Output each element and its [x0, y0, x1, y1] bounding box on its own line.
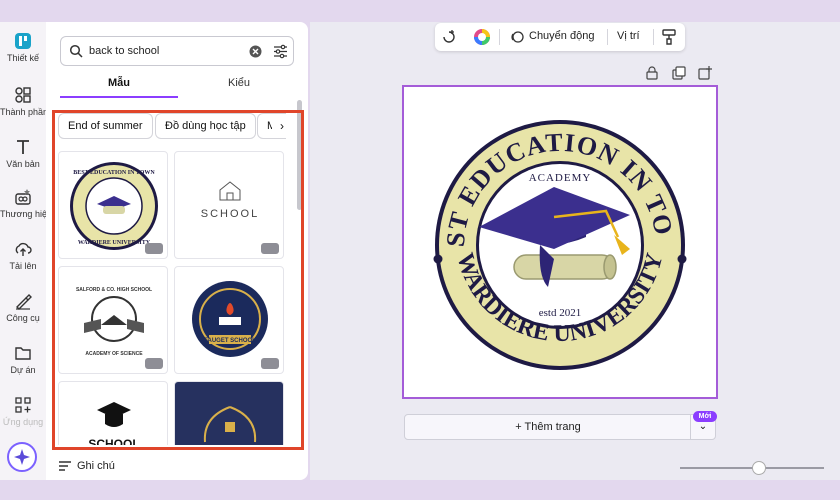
design-icon: [15, 33, 31, 49]
clear-icon[interactable]: [249, 45, 262, 58]
results-highlight-box: [52, 110, 304, 450]
elements-icon: [15, 87, 31, 103]
lock-icon[interactable]: [646, 66, 658, 80]
sidebar-item-label: Ứng dụng: [2, 417, 44, 427]
logo-established-text: estd 2021: [539, 307, 581, 319]
toolbar-divider: [653, 29, 654, 45]
sidebar-item-tools[interactable]: Công cụ: [0, 292, 46, 323]
add-page-button[interactable]: + Thêm trang: [404, 414, 692, 440]
magic-studio-button[interactable]: [7, 442, 37, 472]
university-logo[interactable]: BEST EDUCATION IN TOWN WARDIERE UNIVERSI…: [391, 64, 716, 397]
sparkle-icon: [14, 449, 30, 465]
sidebar-item-elements[interactable]: Thành phần: [0, 86, 49, 117]
sidebar-item-label: Thiết kế: [6, 53, 39, 63]
chevron-down-icon: ⌄: [698, 421, 708, 432]
sidebar-item-text[interactable]: Văn bản: [0, 138, 46, 169]
sidebar-item-design[interactable]: Thiết kế: [0, 32, 46, 63]
toolbar-divider: [499, 29, 500, 45]
text-icon: [17, 140, 29, 154]
tools-icon: [16, 294, 32, 310]
sidebar-item-label: Thương hiệu: [0, 209, 52, 219]
search-input[interactable]: back to school: [60, 36, 294, 66]
folder-icon: [15, 347, 31, 360]
sidebar-item-label: Thành phần: [0, 107, 49, 117]
design-page[interactable]: BEST EDUCATION IN TOWN WARDIERE UNIVERSI…: [391, 64, 718, 399]
upload-icon: [15, 242, 32, 256]
sidebar-item-label: Công cụ: [6, 313, 40, 323]
toolbar-divider: [607, 29, 608, 45]
position-button[interactable]: Vị trí: [617, 30, 640, 42]
tab-templates[interactable]: Mẫu: [108, 77, 130, 89]
brand-icon: [15, 189, 31, 205]
logo-academy-text: ACADEMY: [529, 172, 592, 184]
active-tab-indicator: [60, 96, 178, 98]
page-tools: [646, 66, 712, 82]
sidebar-item-apps[interactable]: Ứng dụng: [0, 396, 46, 427]
left-nav-rail: Thiết kế Thành phần Văn bản Thương hiệu …: [0, 22, 52, 480]
notes-button[interactable]: Ghi chú: [58, 460, 115, 472]
panel-tabs: Mẫu Kiểu: [60, 74, 294, 98]
notes-icon: [59, 461, 71, 471]
search-query: back to school: [89, 45, 160, 57]
tab-styles[interactable]: Kiểu: [228, 77, 250, 89]
notes-label: Ghi chú: [77, 460, 115, 472]
duplicate-icon[interactable]: [672, 66, 686, 80]
sidebar-item-label: Dự án: [10, 365, 36, 375]
sidebar-item-projects[interactable]: Dự án: [0, 344, 46, 375]
copy-style-icon[interactable]: [662, 29, 676, 45]
filter-icon[interactable]: [273, 44, 288, 59]
add-page-icon[interactable]: [698, 66, 712, 80]
new-badge: Mới: [693, 411, 717, 422]
sidebar-item-brand[interactable]: Thương hiệu: [0, 188, 52, 219]
context-toolbar: Chuyển động Vị trí: [435, 23, 685, 51]
sidebar-item-upload[interactable]: Tải lên: [0, 240, 46, 271]
sidebar-item-label: Văn bản: [6, 159, 40, 169]
search-icon: [69, 44, 83, 58]
color-picker-icon[interactable]: [473, 28, 491, 46]
zoom-slider-handle[interactable]: [752, 461, 766, 475]
animate-button[interactable]: Chuyển động: [529, 30, 594, 42]
animate-icon: [511, 31, 524, 43]
sidebar-item-label: Tải lên: [9, 261, 37, 271]
apps-icon: [15, 397, 31, 413]
magic-replace-icon[interactable]: [441, 29, 457, 45]
